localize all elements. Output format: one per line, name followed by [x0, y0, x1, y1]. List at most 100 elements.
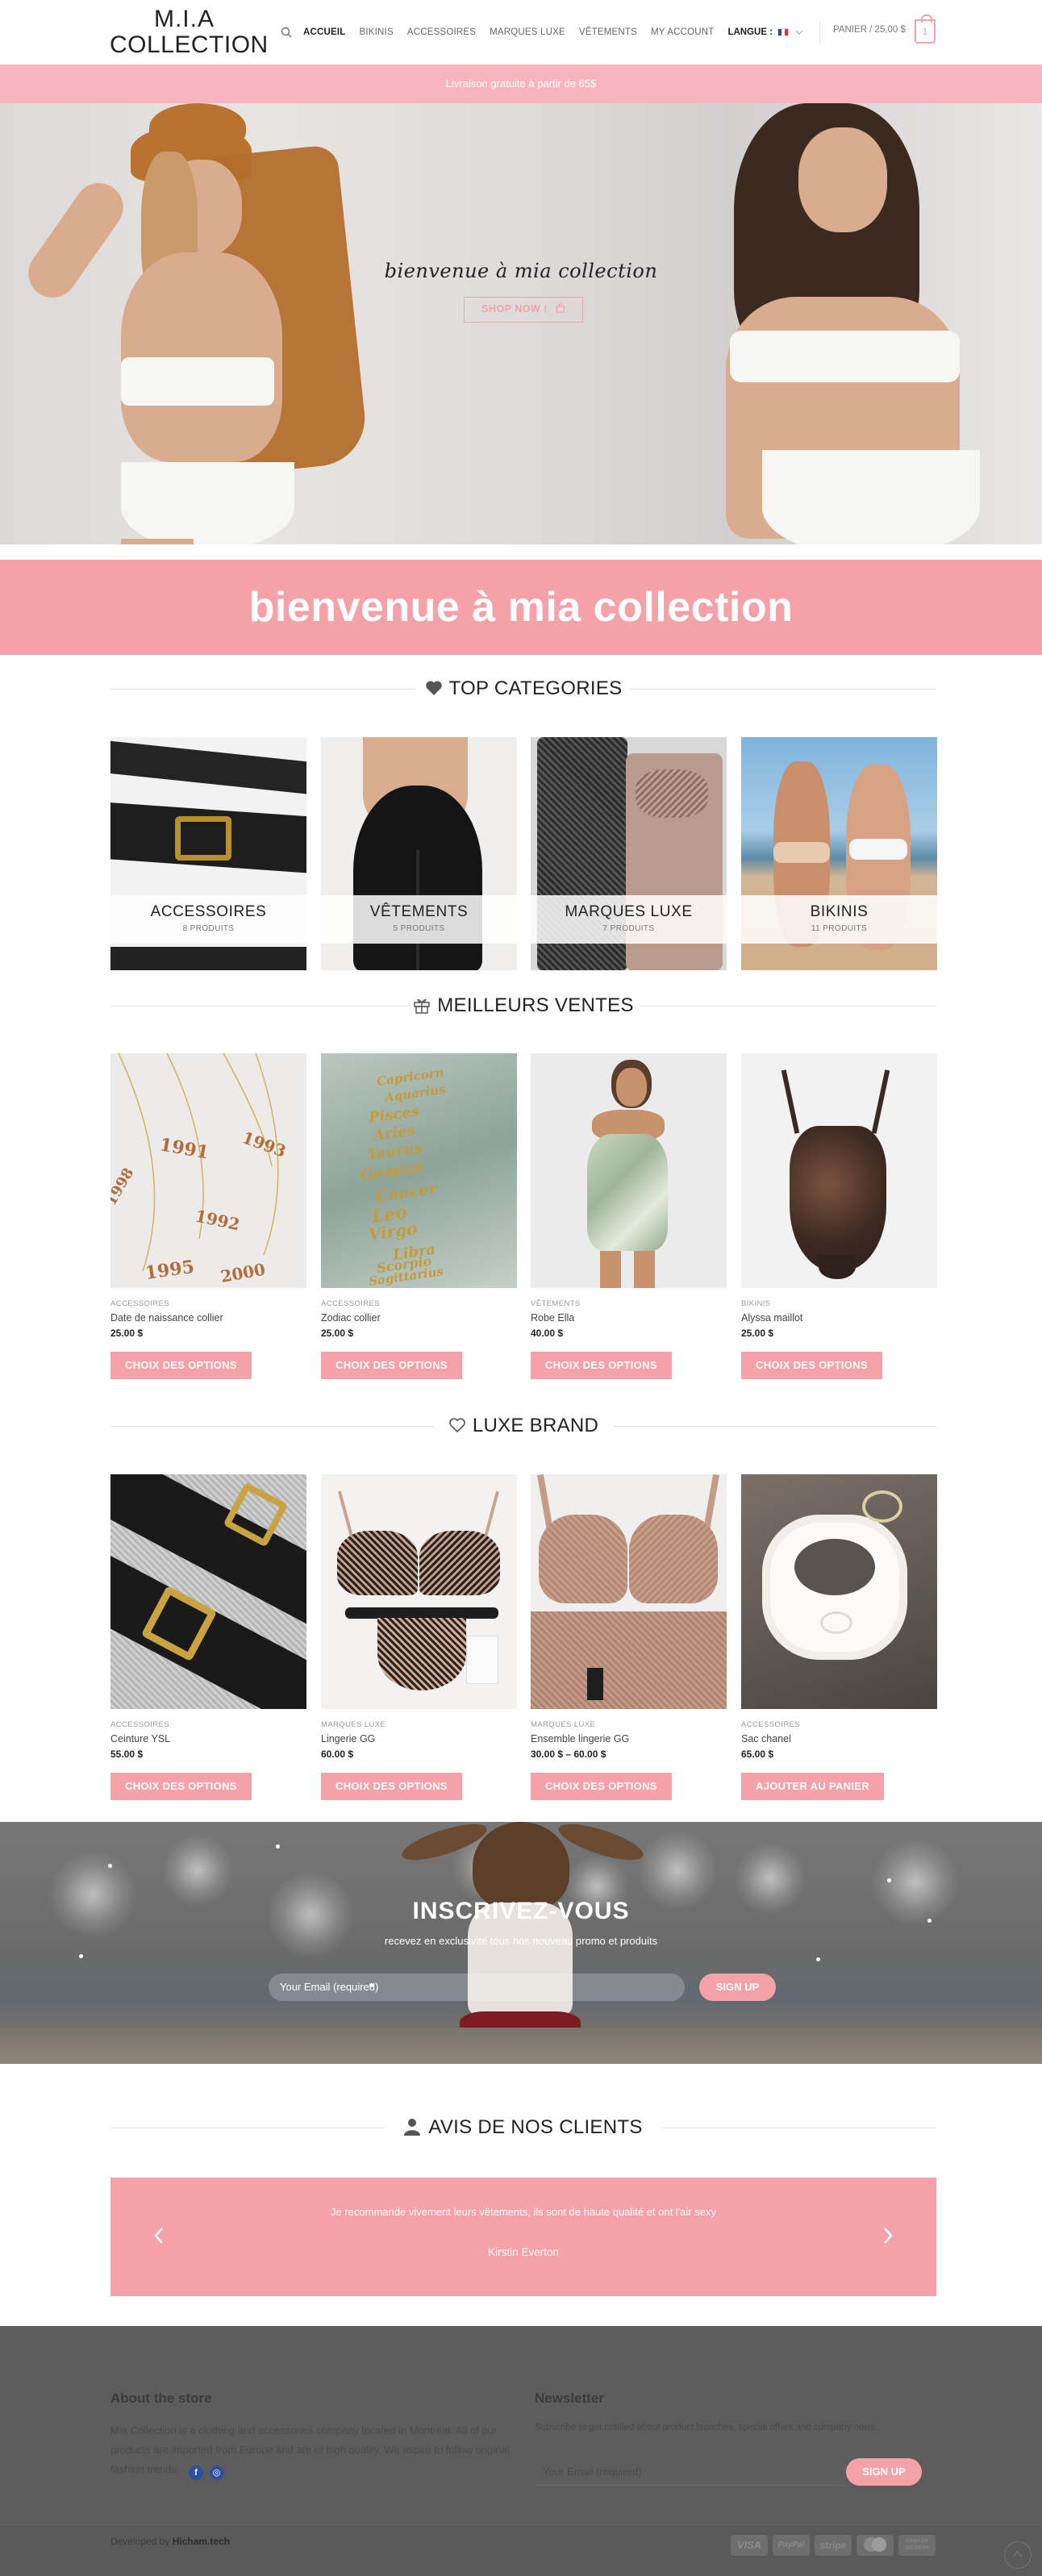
luxe-title: LUXE BRAND: [472, 1415, 599, 1436]
product-name[interactable]: Alyssa maillot: [741, 1312, 937, 1323]
nav-item-accueil[interactable]: ACCUEIL: [303, 27, 346, 37]
footer-newsletter-title: Newsletter: [535, 2391, 604, 2406]
product-image[interactable]: [321, 1474, 517, 1709]
reviews-title: AVIS DE NOS CLIENTS: [428, 2116, 643, 2138]
developer-link[interactable]: Hicham.tech: [173, 2536, 230, 2547]
nav-item-my-account[interactable]: MY ACCOUNT: [651, 27, 714, 37]
product-card[interactable]: ACCESSOIRES Ceinture YSL 55.00 $ CHOIX D…: [110, 1474, 306, 1800]
category-card-vetements[interactable]: VÊTEMENTS 5 PRODUITS: [321, 737, 517, 970]
previous-arrow-icon[interactable]: [152, 2226, 165, 2245]
product-category[interactable]: VÊTEMENTS: [531, 1299, 727, 1308]
developed-by-label: Developed by: [110, 2536, 170, 2547]
language-label: LANGUE :: [727, 27, 773, 37]
footer-about-text: Mia Collection is a clothing and accesso…: [110, 2421, 514, 2480]
testimonial-quote: Je recommande vivement leurs vêtements, …: [331, 2206, 716, 2218]
testimonial-author: Kirstin Everton: [488, 2246, 559, 2258]
cart-bag-icon[interactable]: 1: [915, 15, 936, 44]
product-image[interactable]: [741, 1053, 937, 1288]
necklace-number: 2000: [219, 1260, 267, 1286]
product-image[interactable]: [741, 1474, 937, 1709]
product-price: 30.00 $ – 60.00 $: [531, 1749, 606, 1760]
category-band: ACCESSOIRES 8 PRODUITS: [110, 895, 306, 944]
product-category[interactable]: MARQUES LUXE: [321, 1720, 517, 1729]
france-flag-icon: [777, 28, 790, 36]
select-options-button[interactable]: CHOIX DES OPTIONS: [531, 1352, 672, 1379]
product-name[interactable]: Sac chanel: [741, 1733, 937, 1744]
site-logo[interactable]: M.I.A COLLECTION: [110, 6, 268, 57]
product-name[interactable]: Ceinture YSL: [110, 1733, 306, 1744]
reviews-section-header: AVIS DE NOS CLIENTS: [110, 2115, 936, 2140]
site-header: M.I.A COLLECTION ACCUEIL BIKINIS ACCESSO…: [0, 0, 1042, 65]
select-options-button[interactable]: CHOIX DES OPTIONS: [321, 1773, 462, 1800]
category-card-marques-luxe[interactable]: MARQUES LUXE 7 PRODUITS: [531, 737, 727, 970]
product-category[interactable]: ACCESSOIRES: [321, 1299, 517, 1308]
product-card[interactable]: MARQUES LUXE Ensemble lingerie GG 30.00 …: [531, 1474, 727, 1800]
product-card[interactable]: ACCESSOIRES Sac chanel 65.00 $ AJOUTER A…: [741, 1474, 937, 1800]
product-card[interactable]: MARQUES LUXE Lingerie GG 60.00 $ CHOIX D…: [321, 1474, 517, 1800]
category-card-accessoires[interactable]: ACCESSOIRES 8 PRODUITS: [110, 737, 306, 970]
cart-label[interactable]: PANIER / 25,00 $: [833, 25, 906, 35]
product-price: 55.00 $: [110, 1749, 144, 1760]
language-selector[interactable]: LANGUE :: [727, 27, 803, 37]
shop-now-label: SHOP NOW !: [481, 303, 548, 315]
search-icon[interactable]: [281, 27, 292, 38]
site-footer: About the store Mia Collection is a clot…: [0, 2326, 1042, 2524]
select-options-button[interactable]: CHOIX DES OPTIONS: [531, 1773, 672, 1800]
select-options-button[interactable]: CHOIX DES OPTIONS: [741, 1352, 882, 1379]
select-options-button[interactable]: CHOIX DES OPTIONS: [321, 1352, 462, 1379]
heart-outline-icon: [449, 1418, 465, 1433]
product-image[interactable]: Capricorn Aquarius Pisces Aries Taurus G…: [321, 1053, 517, 1288]
select-options-button[interactable]: CHOIX DES OPTIONS: [110, 1773, 252, 1800]
product-image[interactable]: 1991 1993 1992 1995 2000 1998: [110, 1053, 306, 1288]
next-arrow-icon[interactable]: [882, 2226, 894, 2245]
select-options-button[interactable]: CHOIX DES OPTIONS: [110, 1352, 252, 1379]
newsletter-signup-button[interactable]: SIGN UP: [699, 1974, 776, 2001]
category-count: 7 PRODUITS: [602, 924, 655, 933]
product-name[interactable]: Ensemble lingerie GG: [531, 1733, 727, 1744]
newsletter-email-input[interactable]: Your Email (required): [269, 1974, 685, 2001]
add-to-cart-button[interactable]: AJOUTER AU PANIER: [741, 1773, 884, 1800]
nav-item-accessoires[interactable]: ACCESSOIRES: [407, 27, 476, 37]
product-name[interactable]: Zodiac collier: [321, 1312, 517, 1323]
main-nav: ACCUEIL BIKINIS ACCESSOIRES MARQUES LUXE…: [281, 24, 803, 40]
back-to-top-button[interactable]: [1004, 2541, 1032, 2569]
zodiac-sign: Cancer: [376, 1179, 440, 1205]
product-card[interactable]: BIKINIS Alyssa maillot 25.00 $ CHOIX DES…: [741, 1053, 937, 1379]
product-price: 65.00 $: [741, 1749, 774, 1760]
shopping-bag-icon: [556, 303, 565, 313]
product-name[interactable]: Robe Ella: [531, 1312, 727, 1323]
product-category[interactable]: MARQUES LUXE: [531, 1720, 727, 1729]
visa-icon: VISA: [731, 2535, 768, 2556]
product-image[interactable]: [110, 1474, 306, 1709]
footer-email-input[interactable]: Your Email (required): [535, 2458, 844, 2486]
nav-item-marques-luxe[interactable]: MARQUES LUXE: [490, 27, 565, 37]
product-category[interactable]: ACCESSOIRES: [110, 1720, 306, 1729]
product-card[interactable]: 1991 1993 1992 1995 2000 1998 ACCESSOIRE…: [110, 1053, 306, 1379]
newsletter-subtitle: recevez en exclusivité tous nos nouveau …: [384, 1935, 658, 1947]
hero-model-left: [0, 103, 371, 544]
product-category[interactable]: ACCESSOIRES: [741, 1720, 937, 1729]
instagram-icon[interactable]: ◎: [209, 2466, 224, 2480]
nav-item-vetements[interactable]: VÊTEMENTS: [579, 27, 637, 37]
product-card[interactable]: VÊTEMENTS Robe Ella 40.00 $ CHOIX DES OP…: [531, 1053, 727, 1379]
welcome-banner: bienvenue à mia collection: [0, 560, 1042, 655]
product-image[interactable]: [531, 1053, 727, 1288]
developer-credit: Developed by Hicham.tech: [110, 2536, 230, 2547]
category-card-bikinis[interactable]: BIKINIS 11 PRODUITS: [741, 737, 937, 970]
footer-about-body: Mia Collection is a clothing and accesso…: [110, 2424, 510, 2475]
product-category[interactable]: ACCESSOIRES: [110, 1299, 306, 1308]
product-card[interactable]: Capricorn Aquarius Pisces Aries Taurus G…: [321, 1053, 517, 1379]
footer-signup-button[interactable]: SIGN UP: [846, 2458, 922, 2486]
newsletter-title: INSCRIVEZ-VOUS: [412, 1898, 630, 1924]
paypal-icon: PayPal: [773, 2535, 810, 2556]
product-name[interactable]: Date de naissance collier: [110, 1312, 306, 1323]
luxe-section-header: LUXE BRAND: [110, 1414, 936, 1438]
product-image[interactable]: [531, 1474, 727, 1709]
footer-bottom-bar: Developed by Hicham.tech VISA PayPal str…: [0, 2524, 1042, 2576]
facebook-icon[interactable]: f: [188, 2466, 203, 2480]
nav-item-bikinis[interactable]: BIKINIS: [360, 27, 394, 37]
chevron-down-icon: [795, 30, 803, 35]
shop-now-button[interactable]: SHOP NOW !: [464, 297, 583, 323]
product-name[interactable]: Lingerie GG: [321, 1733, 517, 1744]
product-category[interactable]: BIKINIS: [741, 1299, 937, 1308]
